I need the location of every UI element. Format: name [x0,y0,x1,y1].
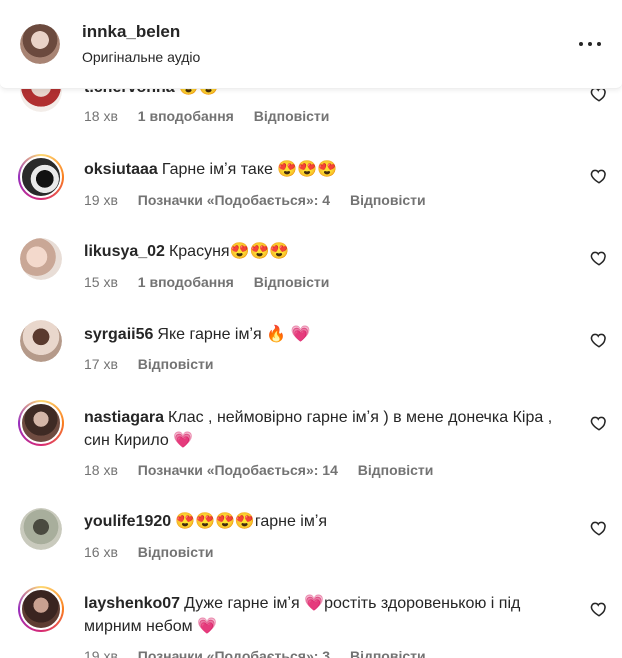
comment-meta: 16 хв Відповісти [84,544,229,560]
comment-likes[interactable]: Позначки «Подобається»: 3 [138,648,330,658]
avatar[interactable] [20,320,62,362]
avatar[interactable] [18,586,64,632]
comment-username[interactable]: oksiutaaa [84,161,158,178]
comment-text: syrgaii56 Яке гарне імʼя 🔥 💗 [84,323,554,346]
comment-text: layshenko07 Дуже гарне імʼя 💗ростіть здор… [84,592,554,638]
comment-username[interactable]: youlife1920 [84,513,171,530]
comment-likes[interactable]: Позначки «Подобається»: 14 [138,462,338,478]
comment-username[interactable]: layshenko07 [84,595,180,612]
comment-body: 😍😍😍😍гарне імʼя [175,513,328,530]
comment-text: likusya_02 Красуня😍😍😍 [84,240,554,263]
comment-time: 18 хв [84,108,118,124]
like-heart-icon[interactable] [590,519,608,537]
like-heart-icon[interactable] [590,331,608,349]
author-avatar[interactable] [20,24,60,64]
comment-time: 15 хв [84,274,118,290]
comment-meta: 18 хв 1 вподобання Відповісти [84,108,345,124]
comments-list: t.chervonna😍😍 18 хв 1 вподобання Відпові… [0,0,622,658]
avatar[interactable] [20,508,62,550]
comment-time: 18 хв [84,462,118,478]
comment-time: 16 хв [84,544,118,560]
avatar[interactable] [18,154,64,200]
comment-meta: 19 хв Позначки «Подобається»: 4 Відповіс… [84,192,442,208]
comment-meta: 19 хв Позначки «Подобається»: 3 Відповіс… [84,648,442,658]
comment-text: oksiutaaa Гарне імʼя таке 😍😍😍 [84,158,554,181]
comment-time: 19 хв [84,648,118,658]
like-heart-icon[interactable] [590,167,608,185]
comment-username[interactable]: likusya_02 [84,243,165,260]
comment-body: Гарне імʼя таке 😍😍😍 [161,161,338,178]
author-username[interactable]: innka_belen [82,22,180,42]
reply-button[interactable]: Відповісти [254,108,330,124]
comment-time: 17 хв [84,356,118,372]
reply-button[interactable]: Відповісти [358,462,434,478]
avatar[interactable] [20,238,62,280]
comment-text: nastiagara Клас , неймовірно гарне імʼя )… [84,406,554,452]
reply-button[interactable]: Відповісти [254,274,330,290]
comment-likes[interactable]: Позначки «Подобається»: 4 [138,192,330,208]
comment-text: youlife1920 😍😍😍😍гарне імʼя [84,510,554,533]
original-audio-link[interactable]: Оригінальне аудіо [82,49,200,65]
reply-button[interactable]: Відповісти [350,192,426,208]
comment-meta: 18 хв Позначки «Подобається»: 14 Відпові… [84,462,449,478]
comment-meta: 17 хв Відповісти [84,356,229,372]
comment-username[interactable]: nastiagara [84,409,164,426]
comment-likes[interactable]: 1 вподобання [138,274,234,290]
comment-body: Красуня😍😍😍 [168,243,290,260]
comment-username[interactable]: syrgaii56 [84,326,153,343]
comment-meta: 15 хв 1 вподобання Відповісти [84,274,345,290]
more-horizontal-icon[interactable] [579,37,601,51]
comment-body: Яке гарне імʼя 🔥 💗 [157,326,311,343]
like-heart-icon[interactable] [590,600,608,618]
avatar[interactable] [18,400,64,446]
post-header: innka_belen Оригінальне аудіо [0,0,622,89]
comment-time: 19 хв [84,192,118,208]
reply-button[interactable]: Відповісти [350,648,426,658]
like-heart-icon[interactable] [590,249,608,267]
reply-button[interactable]: Відповісти [138,356,214,372]
like-heart-icon[interactable] [590,414,608,432]
reply-button[interactable]: Відповісти [138,544,214,560]
comment-likes[interactable]: 1 вподобання [138,108,234,124]
